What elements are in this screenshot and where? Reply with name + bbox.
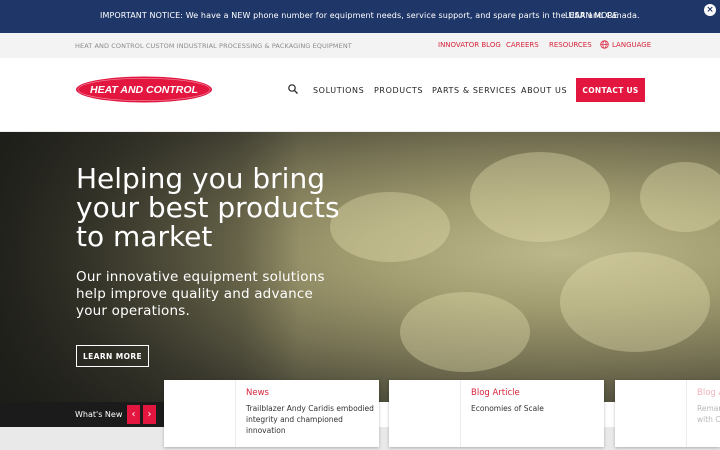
card-category: Blog Article (471, 388, 520, 398)
globe-icon[interactable] (600, 40, 609, 49)
chevron-left-icon[interactable]: ‹ (127, 405, 140, 424)
card-thumbnail (615, 380, 687, 447)
whats-new-label: What's New (75, 410, 123, 419)
card-thumbnail (164, 380, 236, 447)
card-title[interactable]: Remar with C (697, 403, 720, 425)
contact-us-button[interactable]: CONTACT US (576, 78, 645, 102)
card-title[interactable]: Economies of Scale (471, 403, 601, 414)
hero-image-chip (400, 292, 530, 372)
notice-text: IMPORTANT NOTICE: We have a NEW phone nu… (100, 11, 640, 20)
utility-bar: HEAT AND CONTROL CUSTOM INDUSTRIAL PROCE… (0, 33, 720, 58)
innovator-blog-link[interactable]: INNOVATOR BLOG (438, 41, 501, 49)
careers-link[interactable]: CAREERS (506, 41, 539, 49)
resources-link[interactable]: RESOURCES (549, 41, 592, 49)
nav-about-us[interactable]: ABOUT US (521, 86, 567, 95)
news-card[interactable]: News Trailblazer Andy Caridis embodied i… (164, 380, 379, 447)
nav-products[interactable]: PRODUCTS (374, 86, 423, 95)
hero-image-chip (560, 252, 710, 352)
notice-learn-more-link[interactable]: LEARN MORE (565, 11, 618, 20)
search-icon[interactable] (288, 84, 298, 94)
hero-subtitle: Our innovative equipment solutions help … (76, 269, 325, 319)
blog-card[interactable]: Blog A Remar with C (615, 380, 720, 447)
notice-bar: IMPORTANT NOTICE: We have a NEW phone nu… (0, 0, 720, 33)
chevron-right-icon[interactable]: › (143, 405, 156, 424)
hero-image-chip (470, 152, 610, 242)
language-link[interactable]: LANGUAGE (612, 41, 651, 49)
logo-text: HEAT AND CONTROL (90, 84, 198, 96)
blog-card[interactable]: Blog Article Economies of Scale (389, 380, 604, 447)
whats-new-bar: What's New ‹ › (0, 402, 164, 427)
utility-tagline: HEAT AND CONTROL CUSTOM INDUSTRIAL PROCE… (75, 42, 352, 50)
card-category: News (246, 388, 269, 398)
nav-solutions[interactable]: SOLUTIONS (313, 86, 364, 95)
main-header: HEAT AND CONTROL SOLUTIONS PRODUCTS PART… (0, 58, 720, 132)
card-title[interactable]: Trailblazer Andy Caridis embodied integr… (246, 403, 376, 436)
card-category: Blog A (697, 388, 720, 398)
hero-banner: Helping you bring your best products to … (0, 132, 720, 402)
card-thumbnail (389, 380, 461, 447)
heat-and-control-logo[interactable]: HEAT AND CONTROL (75, 76, 213, 103)
nav-parts-services[interactable]: PARTS & SERVICES (432, 86, 516, 95)
hero-title: Helping you bring your best products to … (76, 162, 340, 253)
close-icon[interactable]: × (704, 4, 716, 16)
hero-image-chip (640, 162, 720, 232)
hero-learn-more-button[interactable]: LEARN MORE (76, 345, 149, 367)
